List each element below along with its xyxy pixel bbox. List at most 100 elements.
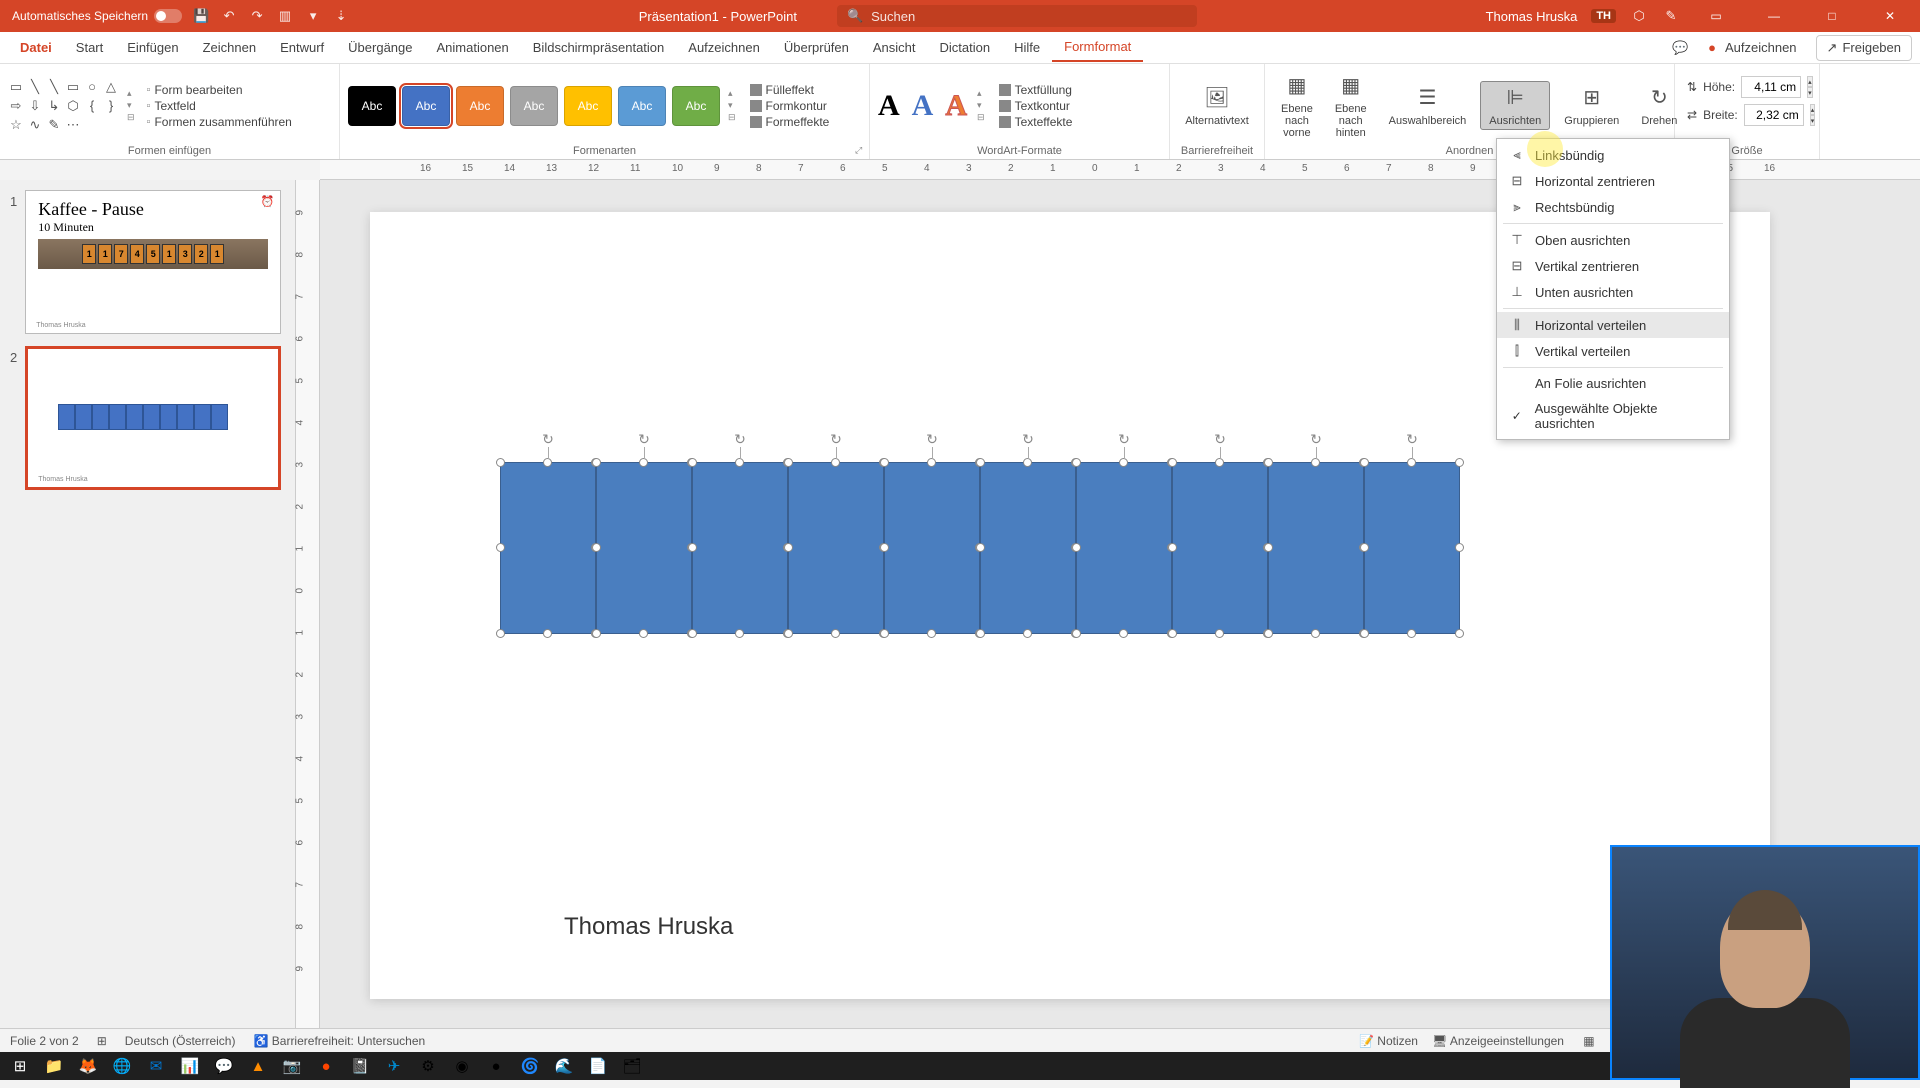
alt-text-button[interactable]: 🖼 Alternativtext [1177,82,1257,129]
resize-handle[interactable] [1264,629,1273,638]
resize-handle[interactable] [543,629,552,638]
shapes-gallery[interactable]: ▭ ╲ ╲ ▭ ○ △ ⇨ ⇩ ↳ ⬡ { } ☆ ∿ ✎ ⋯ [8,79,119,133]
shape-rect2-icon[interactable]: ▭ [65,79,81,95]
gallery-down-icon[interactable]: ▾ [127,100,135,111]
rectangle-shape[interactable] [692,462,788,634]
resize-handle[interactable] [592,458,601,467]
powerpoint-icon[interactable]: 📊 [174,1052,206,1080]
wordart-style-2[interactable]: A [912,89,934,123]
style-up-icon[interactable]: ▴ [728,88,736,99]
language-indicator[interactable]: Deutsch (Österreich) [125,1034,236,1048]
shape-hex-icon[interactable]: ⬡ [65,98,81,114]
rotate-handle[interactable] [1308,431,1324,447]
resize-handle[interactable] [592,629,601,638]
shape-brace2-icon[interactable]: } [103,98,119,114]
width-up-icon[interactable]: ▴ [1810,104,1816,115]
resize-handle[interactable] [496,458,505,467]
resize-handle[interactable] [1119,629,1128,638]
ribbon-options-icon[interactable]: ▭ [1694,0,1738,32]
resize-handle[interactable] [1407,629,1416,638]
resize-handle[interactable] [688,543,697,552]
shape-line-icon[interactable]: ╲ [27,79,43,95]
align-center-v-item[interactable]: ⊟Vertikal zentrieren [1497,253,1729,279]
rectangle-shape[interactable] [500,462,596,634]
telegram-icon[interactable]: ✈ [378,1052,410,1080]
start-button[interactable]: ⊞ [4,1052,36,1080]
menu-start[interactable]: Start [64,34,115,61]
gallery-more-icon[interactable]: ⊟ [127,112,135,123]
vlc-icon[interactable]: ▲ [242,1052,274,1080]
accessibility-status[interactable]: ♿ Barrierefreiheit: Untersuchen [253,1034,425,1048]
redo-icon[interactable]: ↷ [248,7,266,25]
wa-up-icon[interactable]: ▴ [977,88,985,99]
align-bottom-item[interactable]: ⊥Unten ausrichten [1497,279,1729,305]
align-center-h-item[interactable]: ⊟Horizontal zentrieren [1497,168,1729,194]
resize-handle[interactable] [784,543,793,552]
style-more-icon[interactable]: ⊟ [728,112,736,123]
resize-handle[interactable] [976,458,985,467]
menu-file[interactable]: Datei [8,34,64,61]
app-icon-5[interactable]: ◉ [446,1052,478,1080]
resize-handle[interactable] [1360,458,1369,467]
slide-thumbnail-2[interactable]: Thomas Hruska [25,346,281,490]
group-button[interactable]: ⊞ Gruppieren [1556,82,1627,129]
menu-view[interactable]: Ansicht [861,34,928,61]
minimize-icon[interactable]: — [1752,0,1796,32]
app-icon-3[interactable]: ● [310,1052,342,1080]
app-icon-6[interactable]: ● [480,1052,512,1080]
resize-handle[interactable] [927,458,936,467]
menu-draw[interactable]: Zeichnen [191,34,268,61]
resize-handle[interactable] [592,543,601,552]
rotate-handle[interactable] [1212,431,1228,447]
onenote-icon[interactable]: 📓 [344,1052,376,1080]
resize-handle[interactable] [1264,543,1273,552]
text-field-button[interactable]: Textfeld [147,99,292,113]
styles-launcher-icon[interactable]: ⤢ [855,145,865,155]
accessibility-indicator-icon[interactable]: ⊞ [97,1034,107,1048]
menu-animations[interactable]: Animationen [424,34,520,61]
chrome-icon[interactable]: 🌐 [106,1052,138,1080]
menu-design[interactable]: Entwurf [268,34,336,61]
maximize-icon[interactable]: □ [1810,0,1854,32]
menu-insert[interactable]: Einfügen [115,34,190,61]
rectangle-shape[interactable] [1364,462,1460,634]
resize-handle[interactable] [1360,543,1369,552]
align-to-slide-item[interactable]: An Folie ausrichten [1497,371,1729,396]
align-selected-item[interactable]: ✓Ausgewählte Objekte ausrichten [1497,396,1729,436]
search-box[interactable]: 🔍 Suchen [837,5,1197,27]
shape-outline-button[interactable]: Formkontur [750,99,830,113]
app-icon-1[interactable]: 💬 [208,1052,240,1080]
shape-connector-icon[interactable]: ↳ [46,98,62,114]
resize-handle[interactable] [976,543,985,552]
style-blue[interactable]: Abc [402,86,450,126]
rectangle-shape[interactable] [1172,462,1268,634]
resize-handle[interactable] [784,629,793,638]
resize-handle[interactable] [1455,458,1464,467]
resize-handle[interactable] [1215,629,1224,638]
menu-review[interactable]: Überprüfen [772,34,861,61]
wa-more-icon[interactable]: ⊟ [977,112,985,123]
rectangle-shape[interactable] [884,462,980,634]
app-icon-4[interactable]: ⚙ [412,1052,444,1080]
shape-brace-icon[interactable]: { [84,98,100,114]
text-effects-button[interactable]: Texteffekte [999,115,1073,129]
rectangle-shape[interactable] [980,462,1076,634]
slide-count[interactable]: Folie 2 von 2 [10,1034,79,1048]
rotate-handle[interactable] [828,431,844,447]
rotate-handle[interactable] [540,431,556,447]
qat-overflow-icon[interactable]: ⇣ [332,7,350,25]
selection-pane-button[interactable]: ☰ Auswahlbereich [1381,82,1475,129]
shape-oval-icon[interactable]: ○ [84,79,100,95]
outlook-icon[interactable]: ✉ [140,1052,172,1080]
text-fill-button[interactable]: Textfüllung [999,83,1073,97]
app-icon-7[interactable]: 🌀 [514,1052,546,1080]
resize-handle[interactable] [1455,543,1464,552]
autosave-toggle[interactable]: Automatisches Speichern [12,9,182,23]
style-yellow[interactable]: Abc [564,86,612,126]
style-down-icon[interactable]: ▾ [728,100,736,111]
style-lblue[interactable]: Abc [618,86,666,126]
save-icon[interactable]: 💾 [192,7,210,25]
firefox-icon[interactable]: 🦊 [72,1052,104,1080]
resize-handle[interactable] [784,458,793,467]
menu-record[interactable]: Aufzeichnen [676,34,772,61]
